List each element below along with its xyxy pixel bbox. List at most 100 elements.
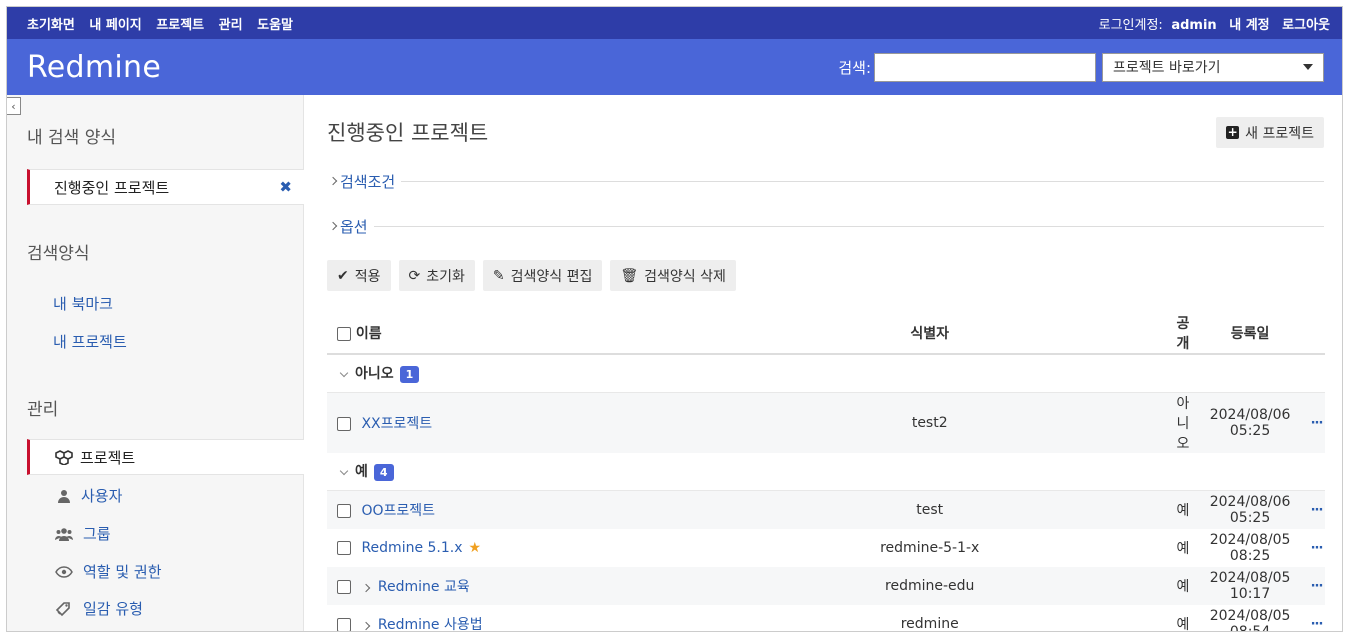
table-row: OO프로젝트 test 예 2024/08/06 05:25 ··· (327, 490, 1325, 529)
sidebar-item-trackers[interactable]: 일감 유형 (55, 598, 143, 619)
identifier-cell: redmine-edu (685, 566, 1174, 605)
column-label: 등록일 (1230, 326, 1270, 342)
sidebar-item-roles[interactable]: 역할 및 권한 (55, 561, 162, 582)
column-public[interactable]: 공개 (1173, 313, 1193, 355)
top-menu: 초기화면 내 페이지 프로젝트 관리 도움말 로그인계정: admin 내 계정… (7, 7, 1342, 39)
identifier-cell: redmine (685, 604, 1174, 631)
chevron-down-icon[interactable] (339, 368, 349, 377)
chevron-down-icon (1303, 64, 1313, 70)
chevron-right-icon[interactable] (362, 621, 371, 630)
projects-icon (55, 450, 73, 465)
sidebar-item-label: 일감 유형 (83, 600, 143, 618)
count-badge: 4 (373, 463, 394, 481)
created-cell: 2024/08/05 08:54 (1192, 604, 1308, 631)
count-badge: 1 (399, 365, 420, 383)
my-queries-heading: 내 검색 양식 (27, 128, 117, 148)
chevron-right-icon (328, 221, 338, 231)
group-label: 예 (355, 464, 368, 481)
browser-frame: 초기화면 내 페이지 프로젝트 관리 도움말 로그인계정: admin 내 계정… (6, 6, 1343, 632)
reset-button[interactable]: ⟳ 초기화 (398, 260, 475, 291)
queries-heading: 검색양식 (27, 244, 90, 264)
projects-table: 이름 식별자 공개 등록일 아니오 1 XX프로젝트 test2 아니오 202… (327, 313, 1325, 632)
select-all-checkbox[interactable] (337, 327, 351, 341)
identifier-cell: redmine-5-1-x (685, 528, 1174, 567)
group-label: 아니오 (355, 366, 394, 383)
sidebar-item-current-query[interactable]: 진행중인 프로젝트 ✖ (27, 169, 304, 205)
project-jump-select[interactable]: 프로젝트 바로가기 (1102, 52, 1324, 82)
sidebar-item-users[interactable]: 사용자 (57, 485, 122, 506)
logout-link[interactable]: 로그아웃 (1282, 18, 1330, 33)
sidebar-item-projects[interactable]: 프로젝트 (27, 439, 304, 475)
more-icon[interactable]: ··· (1311, 416, 1324, 431)
user-link[interactable]: admin (1171, 18, 1216, 33)
sidebar-collapse-button[interactable]: ‹ (7, 97, 21, 115)
filters-label: 검색조건 (340, 170, 402, 192)
chevron-right-icon[interactable] (362, 583, 371, 592)
project-link[interactable]: Redmine 교육 (378, 579, 470, 595)
more-icon[interactable]: ··· (1311, 541, 1324, 556)
menu-home[interactable]: 초기화면 (27, 18, 75, 33)
menu-my-page[interactable]: 내 페이지 (89, 18, 141, 33)
menu-projects[interactable]: 프로젝트 (156, 18, 204, 33)
filters-toggle[interactable]: 검색조건 (327, 170, 1324, 192)
created-cell: 2024/08/06 05:25 (1192, 490, 1308, 529)
chevron-right-icon (328, 176, 338, 186)
admin-heading: 관리 (27, 400, 59, 420)
column-label: 공개 (1176, 316, 1190, 352)
delete-query-button[interactable]: 🗑 검색양식 삭제 (610, 260, 736, 291)
new-project-button[interactable]: + 새 프로젝트 (1216, 117, 1324, 148)
close-icon[interactable]: ✖ (279, 178, 292, 196)
table-row: Redmine 교육 redmine-edu 예 2024/08/05 10:1… (327, 566, 1325, 605)
my-account-link[interactable]: 내 계정 (1229, 18, 1269, 33)
group-icon (55, 527, 73, 541)
refresh-icon: ⟳ (408, 267, 421, 284)
column-name[interactable]: 이름 (327, 313, 686, 355)
identifier-cell: test (685, 490, 1174, 529)
header: Redmine 검색: 프로젝트 바로가기 (7, 39, 1342, 95)
project-link[interactable]: Redmine 5.1.x (361, 540, 462, 556)
row-checkbox[interactable] (337, 579, 351, 594)
divider (401, 180, 1324, 182)
divider (373, 225, 1324, 227)
row-checkbox[interactable] (337, 503, 351, 518)
options-toggle[interactable]: 옵션 (327, 215, 1324, 237)
created-cell: 2024/08/05 10:17 (1192, 566, 1308, 605)
row-checkbox[interactable] (337, 416, 351, 431)
app-title[interactable]: Redmine (27, 50, 161, 85)
group-row[interactable]: 아니오 1 (327, 354, 1325, 393)
project-link[interactable]: Redmine 사용법 (378, 617, 483, 632)
pencil-icon: ✎ (492, 267, 505, 284)
public-cell: 예 (1173, 566, 1193, 605)
edit-query-label: 검색양식 편집 (510, 268, 593, 285)
more-icon[interactable]: ··· (1311, 617, 1324, 632)
table-row: Redmine 5.1.x ★ redmine-5-1-x 예 2024/08/0… (327, 528, 1325, 567)
query-buttons: ✔ 적용 ⟳ 초기화 ✎ 검색양식 편집 🗑 검색양식 삭제 (327, 260, 744, 291)
column-identifier[interactable]: 식별자 (685, 313, 1174, 355)
sidebar-item-groups[interactable]: 그룹 (55, 523, 111, 544)
check-icon: ✔ (337, 267, 349, 284)
apply-button[interactable]: ✔ 적용 (327, 260, 391, 291)
column-created[interactable]: 등록일 (1192, 313, 1308, 355)
sidebar-item-my-projects[interactable]: 내 프로젝트 (53, 331, 127, 352)
menu-administration[interactable]: 관리 (219, 18, 243, 33)
sidebar-item-bookmarks[interactable]: 내 북마크 (53, 293, 113, 314)
user-icon (58, 489, 70, 503)
plus-icon: + (1226, 125, 1240, 139)
chevron-down-icon[interactable] (339, 466, 349, 475)
search-input[interactable] (874, 52, 1096, 82)
column-actions (1307, 313, 1325, 355)
public-cell: 아니오 (1173, 392, 1193, 453)
group-row[interactable]: 예4 (327, 452, 1325, 491)
menu-help[interactable]: 도움말 (257, 18, 293, 33)
column-label: 이름 (355, 326, 382, 342)
row-checkbox[interactable] (337, 540, 351, 555)
more-icon[interactable]: ··· (1311, 579, 1324, 594)
row-checkbox[interactable] (337, 617, 351, 631)
project-link[interactable]: OO프로젝트 (361, 503, 435, 519)
sidebar-item-label: 그룹 (83, 525, 111, 543)
header-search: 검색: 프로젝트 바로가기 (838, 52, 1324, 82)
more-icon[interactable]: ··· (1311, 503, 1324, 518)
public-cell: 예 (1173, 528, 1193, 567)
project-link[interactable]: XX프로젝트 (361, 416, 432, 432)
edit-query-button[interactable]: ✎ 검색양식 편집 (482, 260, 603, 291)
